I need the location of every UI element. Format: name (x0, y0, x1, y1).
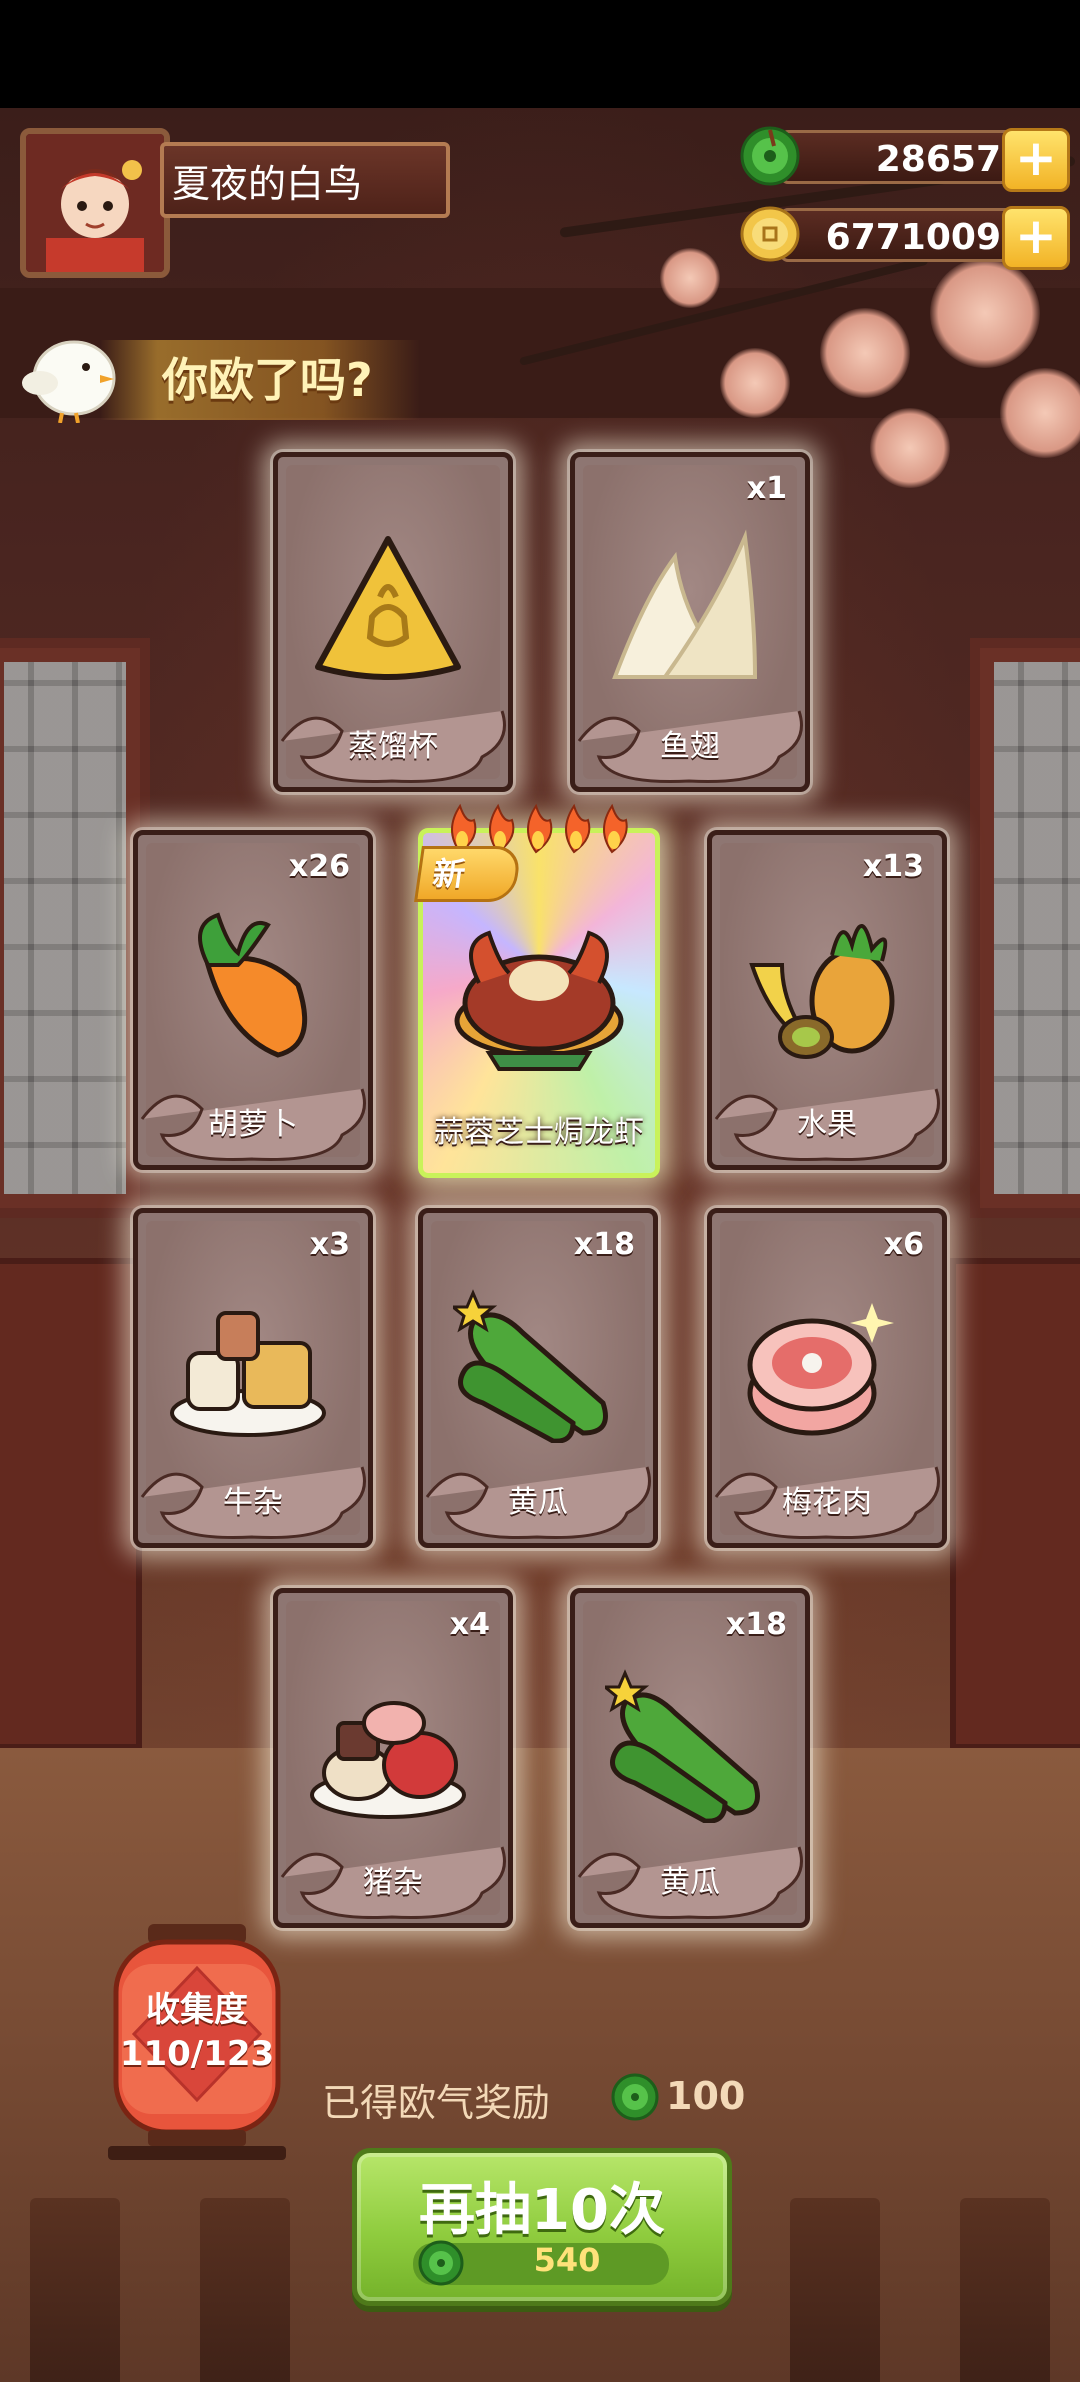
gold-coin-icon (740, 206, 800, 262)
item-name: 猪杂 (363, 1865, 423, 1900)
draw-again-button[interactable]: 再抽10次 540 (352, 2148, 732, 2306)
blossom-flower (660, 248, 720, 308)
item-card[interactable]: x1 鱼翅 (570, 452, 810, 792)
fruit-icon (749, 924, 895, 1059)
blossom-flower (1000, 368, 1080, 458)
jade-amount: 28657 (780, 130, 1020, 184)
item-name: 蒸馏杯 (348, 729, 438, 764)
left-door (0, 1258, 142, 1750)
gacha-result-scene: 夏夜的白鸟 28657 + 6771009 + 你欧了吗? 蒸馏杯 x1 鱼翅 … (0, 108, 1080, 2382)
blossom-flower (870, 408, 950, 488)
blossom-flower (720, 348, 790, 418)
item-count: x1 (746, 471, 787, 506)
right-window (970, 638, 1080, 1218)
reward-text: 已得欧气奖励 (322, 2081, 551, 2125)
reward-amount: 100 (666, 2074, 746, 2118)
item-name: 胡萝卜 (208, 1107, 298, 1142)
item-count: x6 (883, 1227, 924, 1262)
item-card[interactable]: x13 水果 (707, 830, 947, 1170)
jade-coin-icon (611, 2073, 659, 2121)
jade-coin-icon (740, 126, 800, 186)
draw-again-label: 再抽10次 (419, 2178, 665, 2243)
beef-offal-icon (170, 1311, 326, 1437)
item-name: 牛杂 (223, 1485, 283, 1520)
item-card[interactable]: x6 梅花肉 (707, 1208, 947, 1548)
item-count: x18 (573, 1227, 635, 1262)
cucumber-icon (605, 1669, 760, 1823)
jade-currency: 28657 + (740, 126, 1070, 192)
collection-count: 110/123 (119, 2034, 275, 2074)
item-card[interactable]: x26 胡萝卜 (133, 830, 373, 1170)
item-name: 蒜蓉芝士焗龙虾 (434, 1115, 644, 1150)
item-card[interactable]: x18 黄瓜 (570, 1588, 810, 1928)
railing-post (30, 2198, 120, 2382)
item-name: 梅花肉 (782, 1485, 872, 1520)
collection-progress: 收集度 110/123 (108, 1988, 286, 2076)
item-card[interactable]: x18 黄瓜 (418, 1208, 658, 1548)
add-jade-button[interactable]: + (1002, 128, 1070, 192)
pork-offal-icon (310, 1701, 466, 1819)
chef-avatar-icon (26, 134, 164, 272)
jade-coin-icon (418, 2240, 464, 2286)
player-name: 夏夜的白鸟 (160, 142, 450, 218)
collection-label: 收集度 (146, 1990, 248, 2030)
right-door (950, 1258, 1080, 1750)
draw-cost: 540 (533, 2241, 601, 2279)
lobster-dish-icon (454, 930, 624, 1071)
new-badge: 新 (414, 846, 522, 902)
item-count: x26 (288, 849, 350, 884)
avatar[interactable] (20, 128, 170, 278)
blossom-flower (930, 258, 1040, 368)
item-name: 黄瓜 (660, 1865, 720, 1900)
railing-post (960, 2198, 1050, 2382)
tagline-banner: 你欧了吗? (100, 340, 420, 420)
item-name: 鱼翅 (660, 729, 720, 764)
item-count: x13 (862, 849, 924, 884)
railing-post (790, 2198, 880, 2382)
item-count: x4 (449, 1607, 490, 1642)
gold-currency: 6771009 + (740, 204, 1070, 270)
left-window (0, 638, 150, 1218)
add-gold-button[interactable]: + (1002, 206, 1070, 270)
item-count: x3 (309, 1227, 350, 1262)
item-name: 黄瓜 (508, 1485, 568, 1520)
item-card[interactable]: x3 牛杂 (133, 1208, 373, 1548)
white-bird-icon (22, 340, 116, 423)
item-count: x18 (725, 1607, 787, 1642)
shark-fin-icon (612, 529, 758, 679)
pork-shoulder-icon (747, 1303, 894, 1436)
cucumber-icon (453, 1289, 608, 1443)
gold-amount: 6771009 (780, 208, 1020, 262)
item-name: 水果 (797, 1107, 857, 1142)
item-card[interactable]: x4 猪杂 (273, 1588, 513, 1928)
blossom-flower (820, 308, 910, 398)
railing-post (200, 2198, 290, 2382)
carrot-icon (198, 912, 308, 1058)
triangle-token-icon (315, 536, 461, 680)
item-card[interactable]: 蒸馏杯 (273, 452, 513, 792)
